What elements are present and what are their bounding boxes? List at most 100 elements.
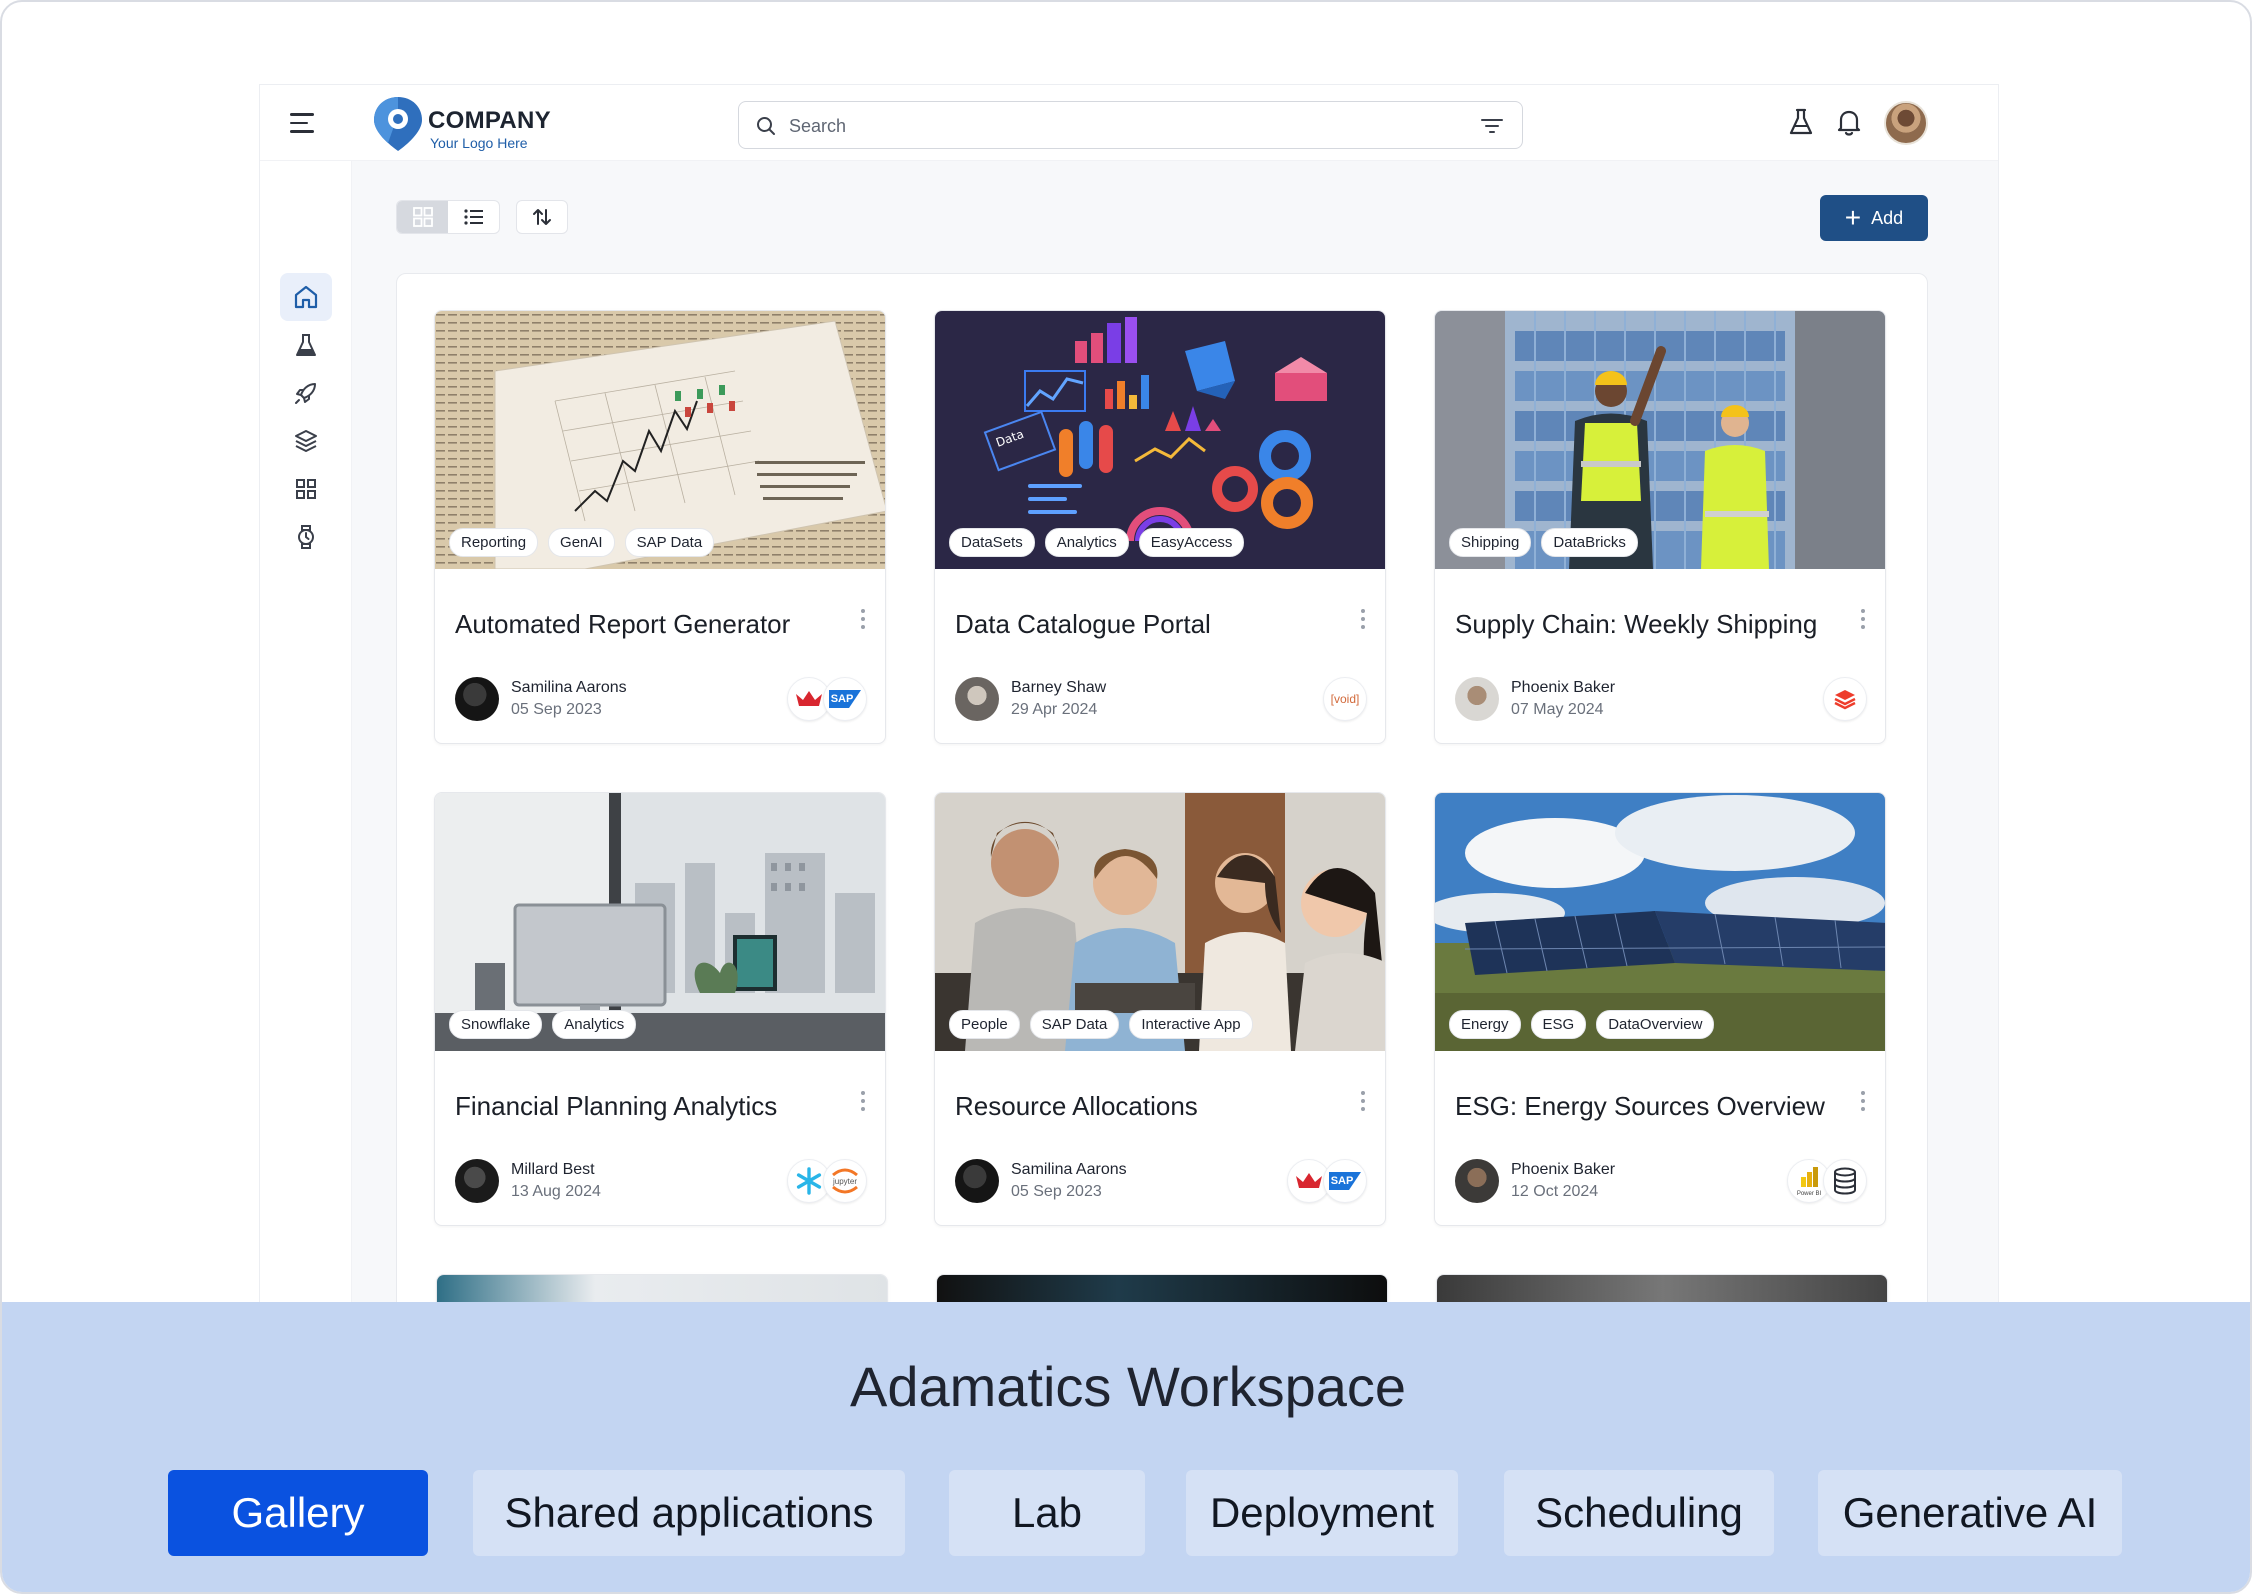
- flask-icon[interactable]: [1788, 107, 1814, 137]
- more-options-icon[interactable]: [859, 609, 867, 635]
- sidebar-item-home[interactable]: [280, 273, 332, 321]
- tag[interactable]: DataBricks: [1541, 528, 1638, 557]
- menu-icon[interactable]: [290, 113, 314, 133]
- app-card[interactable]: Snowflake Analytics Financial Planning A…: [434, 792, 886, 1226]
- gallery-grid: Reporting GenAI SAP Data Automated Repor…: [396, 273, 1928, 1303]
- logo-tagline: Your Logo Here: [430, 135, 528, 151]
- sidebar-item-apps[interactable]: [280, 465, 332, 513]
- databricks-logo: [1823, 677, 1867, 721]
- author-date: 29 Apr 2024: [1011, 701, 1098, 718]
- screenshot-frame: COMPANY Your Logo Here Search + Add Repo…: [0, 0, 2252, 1594]
- jupyter-logo-text: jupyter: [832, 1176, 857, 1186]
- sidebar-item-layers[interactable]: [280, 417, 332, 465]
- tab-shared-applications[interactable]: Shared applications: [473, 1470, 905, 1556]
- home-icon: [294, 285, 318, 309]
- tag[interactable]: DataSets: [949, 528, 1035, 557]
- tech-badges: jupyter: [787, 1159, 867, 1203]
- more-options-icon[interactable]: [859, 1091, 867, 1117]
- tag[interactable]: Shipping: [1449, 528, 1532, 557]
- sort-button[interactable]: [516, 200, 568, 234]
- tag[interactable]: People: [949, 1010, 1020, 1039]
- feature-band: Adamatics Workspace Gallery Shared appli…: [2, 1302, 2250, 1592]
- sidebar: [260, 161, 352, 1303]
- bell-icon[interactable]: [1836, 107, 1862, 137]
- card-thumbnail: Reporting GenAI SAP Data: [435, 311, 885, 569]
- app-card[interactable]: People SAP Data Interactive App Resource…: [934, 792, 1386, 1226]
- tag[interactable]: SAP Data: [1029, 1010, 1120, 1039]
- tag[interactable]: EasyAccess: [1138, 528, 1245, 557]
- author-name: Phoenix Baker: [1511, 679, 1616, 696]
- app-card[interactable]: Reporting GenAI SAP Data Automated Repor…: [434, 310, 886, 744]
- add-button[interactable]: + Add: [1820, 195, 1928, 241]
- layers-icon: [295, 430, 317, 452]
- author-avatar: [455, 677, 499, 721]
- more-options-icon[interactable]: [1859, 609, 1867, 635]
- author-name: Millard Best: [511, 1161, 595, 1178]
- filter-icon[interactable]: [1480, 116, 1504, 136]
- app-card[interactable]: Energy ESG DataOverview ESG: Energy Sour…: [1434, 792, 1886, 1226]
- author-name: Samilina Aarons: [1011, 1161, 1127, 1178]
- tag[interactable]: Interactive App: [1129, 1010, 1253, 1039]
- tech-badges: [1823, 677, 1867, 721]
- tag[interactable]: DataOverview: [1596, 1010, 1715, 1039]
- card-title: Resource Allocations: [955, 1091, 1198, 1121]
- more-options-icon[interactable]: [1359, 609, 1367, 635]
- app-card[interactable]: Shipping DataBricks Supply Chain: Weekly…: [1434, 310, 1886, 744]
- card-title: ESG: Energy Sources Overview: [1455, 1091, 1825, 1121]
- card-title: Automated Report Generator: [455, 609, 791, 639]
- tab-lab[interactable]: Lab: [949, 1470, 1145, 1556]
- app-card[interactable]: [936, 1274, 1388, 1303]
- card-thumbnail: [937, 1275, 1387, 1303]
- author-date: 05 Sep 2023: [511, 701, 602, 718]
- app-card[interactable]: [1436, 1274, 1888, 1303]
- sap-logo-text: SAP: [1330, 1175, 1354, 1187]
- company-logo[interactable]: COMPANY Your Logo Here: [372, 95, 572, 153]
- more-options-icon[interactable]: [1359, 1091, 1367, 1117]
- tab-scheduling[interactable]: Scheduling: [1504, 1470, 1774, 1556]
- app-card[interactable]: [436, 1274, 888, 1303]
- main-content: + Add Reporting GenAI SAP Data Automated…: [352, 161, 1998, 1303]
- author-name: Barney Shaw: [1011, 679, 1107, 696]
- sidebar-item-deployment[interactable]: [280, 369, 332, 417]
- sidebar-item-lab[interactable]: [280, 321, 332, 369]
- tag-list: Energy ESG DataOverview: [1449, 1010, 1715, 1039]
- tab-deployment[interactable]: Deployment: [1186, 1470, 1458, 1556]
- sap-logo-text: SAP: [830, 693, 854, 705]
- tag[interactable]: Snowflake: [449, 1010, 543, 1039]
- tag[interactable]: Analytics: [1044, 528, 1129, 557]
- database-icon: [1823, 1159, 1867, 1203]
- grid-view-button[interactable]: [397, 201, 448, 233]
- search-input[interactable]: Search: [738, 101, 1523, 149]
- card-thumbnail: Snowflake Analytics: [435, 793, 885, 1051]
- card-thumbnail: Shipping DataBricks: [1435, 311, 1885, 569]
- tag[interactable]: ESG: [1530, 1010, 1587, 1039]
- void-logo: [void]: [1323, 677, 1367, 721]
- user-avatar[interactable]: [1884, 101, 1928, 145]
- grid-icon: [296, 479, 316, 499]
- author-avatar: [1455, 677, 1499, 721]
- tag[interactable]: Reporting: [449, 528, 539, 557]
- author-name: Phoenix Baker: [1511, 1161, 1616, 1178]
- card-thumbnail: [1437, 1275, 1887, 1303]
- sap-logo: SAP: [1323, 1159, 1367, 1203]
- list-view-button[interactable]: [448, 201, 499, 233]
- more-options-icon[interactable]: [1859, 1091, 1867, 1117]
- logo-name: COMPANY: [428, 107, 551, 134]
- workspace-title: Adamatics Workspace: [849, 1355, 1407, 1418]
- sidebar-item-scheduling[interactable]: [280, 513, 332, 561]
- flask-icon: [296, 334, 316, 356]
- tab-gallery[interactable]: Gallery: [168, 1470, 428, 1556]
- sort-icon: [533, 209, 551, 225]
- tag-list: DataSets Analytics EasyAccess: [949, 528, 1245, 557]
- tag-list: Snowflake Analytics: [449, 1010, 637, 1039]
- grid-view-icon: [412, 207, 433, 227]
- tech-badges: Power BI: [1787, 1159, 1867, 1203]
- list-view-icon: [463, 209, 483, 225]
- tag[interactable]: Energy: [1449, 1010, 1521, 1039]
- tag[interactable]: Analytics: [552, 1010, 637, 1039]
- tag[interactable]: GenAI: [548, 528, 615, 557]
- tab-generative-ai[interactable]: Generative AI: [1818, 1470, 2122, 1556]
- search-icon: [757, 117, 775, 135]
- app-card[interactable]: Data DataSets Analytics EasyAccess Data …: [934, 310, 1386, 744]
- tag[interactable]: SAP Data: [624, 528, 715, 557]
